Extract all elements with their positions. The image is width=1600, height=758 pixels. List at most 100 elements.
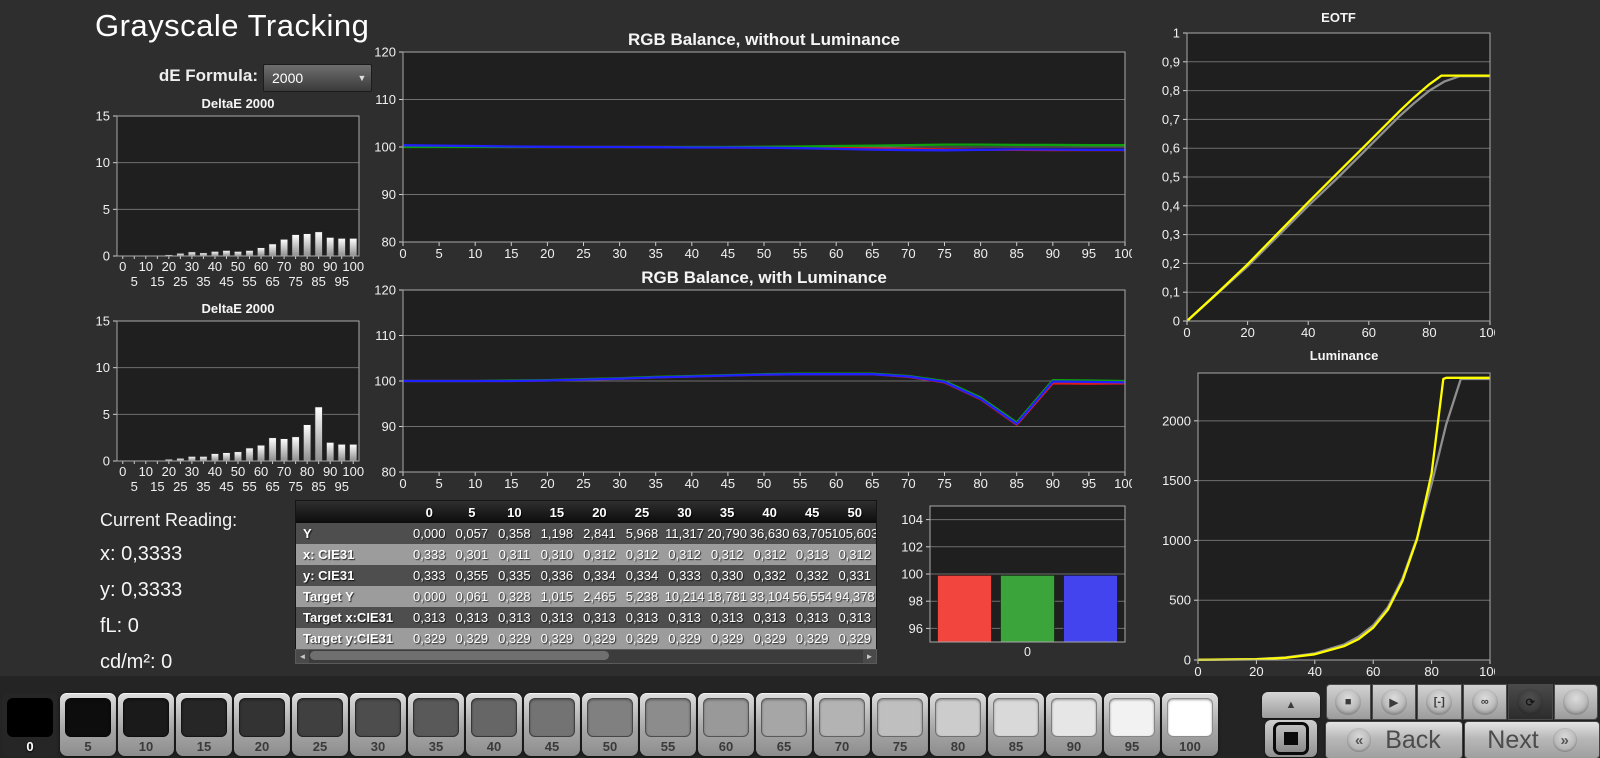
range-button[interactable]: [-] xyxy=(1417,684,1462,720)
svg-text:0,2: 0,2 xyxy=(1162,256,1180,271)
pattern-level-button-50[interactable]: 50 xyxy=(582,693,638,756)
svg-text:40: 40 xyxy=(208,259,222,274)
pattern-level-button-55[interactable]: 55 xyxy=(640,693,696,756)
pattern-level-button-10[interactable]: 10 xyxy=(118,693,174,756)
sync-button[interactable]: ⟳ xyxy=(1508,684,1553,720)
window-pattern-icon xyxy=(1273,722,1309,755)
svg-text:25: 25 xyxy=(173,479,187,494)
table-row: Target Y 0,000 0,061 0,328 1,015 2,465 5,238 10… xyxy=(296,586,876,607)
table-cell: 0,313 xyxy=(795,547,829,562)
loop-button[interactable]: ∞ xyxy=(1462,684,1507,720)
svg-text:96: 96 xyxy=(909,621,923,636)
pattern-level-label: 100 xyxy=(1179,739,1201,754)
pattern-level-button-95[interactable]: 95 xyxy=(1104,693,1160,756)
table-cell: 0,312 xyxy=(583,547,616,562)
rgb-balance-with-luminance-chart: RGB Balance, with Luminance 80 90 100 110 120… xyxy=(370,268,1132,494)
pattern-level-button-40[interactable]: 40 xyxy=(466,693,522,756)
svg-text:80: 80 xyxy=(1422,325,1436,340)
table-header-cell: 20 xyxy=(592,504,607,520)
table-cell: 0,313 xyxy=(498,610,531,625)
svg-text:55: 55 xyxy=(793,246,807,261)
svg-text:90: 90 xyxy=(323,464,337,479)
svg-text:104: 104 xyxy=(901,512,923,527)
table-cell: 20,790 xyxy=(707,526,747,541)
table-scrollbar[interactable]: ◄ ► xyxy=(295,649,877,664)
svg-text:0,6: 0,6 xyxy=(1162,141,1180,156)
pattern-level-button-0[interactable]: 0 xyxy=(2,693,58,756)
gray-swatch xyxy=(65,698,111,737)
svg-text:15: 15 xyxy=(150,274,164,289)
pattern-level-button-70[interactable]: 70 xyxy=(814,693,870,756)
record-button[interactable] xyxy=(1553,684,1598,720)
pattern-level-button-15[interactable]: 15 xyxy=(176,693,232,756)
svg-text:95: 95 xyxy=(1082,476,1096,491)
pattern-level-button-25[interactable]: 25 xyxy=(292,693,348,756)
svg-text:0: 0 xyxy=(103,454,110,469)
de-formula-dropdown[interactable]: 2000 ▼ xyxy=(263,64,372,92)
back-button[interactable]: « Back xyxy=(1325,721,1463,758)
svg-text:45: 45 xyxy=(219,479,233,494)
pattern-level-label: 55 xyxy=(660,739,676,754)
pattern-level-button-85[interactable]: 85 xyxy=(988,693,1044,756)
table-row: y: CIE31 0,333 0,355 0,335 0,336 0,334 0,334 0,… xyxy=(296,565,876,586)
svg-text:75: 75 xyxy=(288,479,302,494)
reading-y: y: 0,3333 xyxy=(100,579,183,601)
pattern-level-button-80[interactable]: 80 xyxy=(930,693,986,756)
svg-text:95: 95 xyxy=(334,274,348,289)
svg-text:35: 35 xyxy=(648,246,662,261)
stop-button[interactable]: ■ xyxy=(1326,684,1371,720)
table-cell: 0,328 xyxy=(498,589,531,604)
pattern-level-button-65[interactable]: 65 xyxy=(756,693,812,756)
gray-swatch xyxy=(413,698,459,737)
pattern-level-button-5[interactable]: 5 xyxy=(60,693,116,756)
svg-text:10: 10 xyxy=(96,155,110,170)
scrollbar-thumb[interactable] xyxy=(310,651,610,660)
chevron-right-icon: » xyxy=(1552,728,1577,752)
svg-text:0: 0 xyxy=(119,464,126,479)
reading-cd: cd/m²: 0 xyxy=(100,651,173,673)
pattern-level-label: 35 xyxy=(428,739,444,754)
row-label: Y xyxy=(303,526,312,541)
svg-text:0,5: 0,5 xyxy=(1162,170,1180,185)
table-header-cell: 10 xyxy=(507,504,522,520)
pattern-level-button-45[interactable]: 45 xyxy=(524,693,580,756)
svg-text:90: 90 xyxy=(323,259,337,274)
next-button[interactable]: Next » xyxy=(1464,721,1600,758)
pattern-level-button-35[interactable]: 35 xyxy=(408,693,464,756)
play-button[interactable]: ▶ xyxy=(1371,684,1416,720)
table-cell: 0,332 xyxy=(753,568,786,583)
table-cell: 0,313 xyxy=(583,610,616,625)
svg-text:30: 30 xyxy=(612,246,626,261)
table-cell: 2,841 xyxy=(583,526,616,541)
pattern-level-label: 70 xyxy=(834,739,850,754)
svg-text:90: 90 xyxy=(1046,246,1060,261)
pattern-level-button-90[interactable]: 90 xyxy=(1046,693,1102,756)
pattern-level-label: 75 xyxy=(892,739,908,754)
pattern-level-button-75[interactable]: 75 xyxy=(872,693,928,756)
svg-text:5: 5 xyxy=(103,202,110,217)
svg-text:0: 0 xyxy=(119,259,126,274)
current-reading: Current Reading: x: 0,3333 y: 0,3333 fL:… xyxy=(100,510,237,687)
table-cell: 0,312 xyxy=(710,547,744,562)
scrollbar-track[interactable] xyxy=(309,650,863,663)
pattern-level-button-20[interactable]: 20 xyxy=(234,693,290,756)
pattern-level-button-60[interactable]: 60 xyxy=(698,693,754,756)
scrollbar-right-arrow-icon[interactable]: ► xyxy=(863,650,876,663)
table-cell: 0,313 xyxy=(795,610,829,625)
table-cell: 11,317 xyxy=(665,526,704,541)
gray-swatch xyxy=(181,698,227,737)
table-cell: 18,781 xyxy=(707,589,747,604)
eotf-chart: EOTF 0 0,1 0,2 0,3 0,4 0,5 0,6 0,7 0,8 0,9 1 0 20 40 60… xyxy=(1145,10,1495,340)
table-cell: 36,630 xyxy=(749,526,790,541)
svg-text:100: 100 xyxy=(1114,476,1132,491)
grayscale-tracking-screen: Grayscale Tracking dE Formula: 2000 ▼ De… xyxy=(0,0,1600,758)
table-row: Target y:CIE31 0,329 0,329 0,329 0,329 0,329 0… xyxy=(296,628,876,649)
pattern-level-button-30[interactable]: 30 xyxy=(350,693,406,756)
pattern-level-label: 90 xyxy=(1066,739,1082,754)
scrollbar-left-arrow-icon[interactable]: ◄ xyxy=(296,650,309,663)
loop-icon: ∞ xyxy=(1471,689,1498,715)
svg-text:100: 100 xyxy=(374,140,396,155)
pattern-up-button[interactable]: ▲ xyxy=(1262,692,1320,718)
pattern-window-button[interactable] xyxy=(1265,720,1317,757)
pattern-level-button-100[interactable]: 100 xyxy=(1162,693,1218,756)
